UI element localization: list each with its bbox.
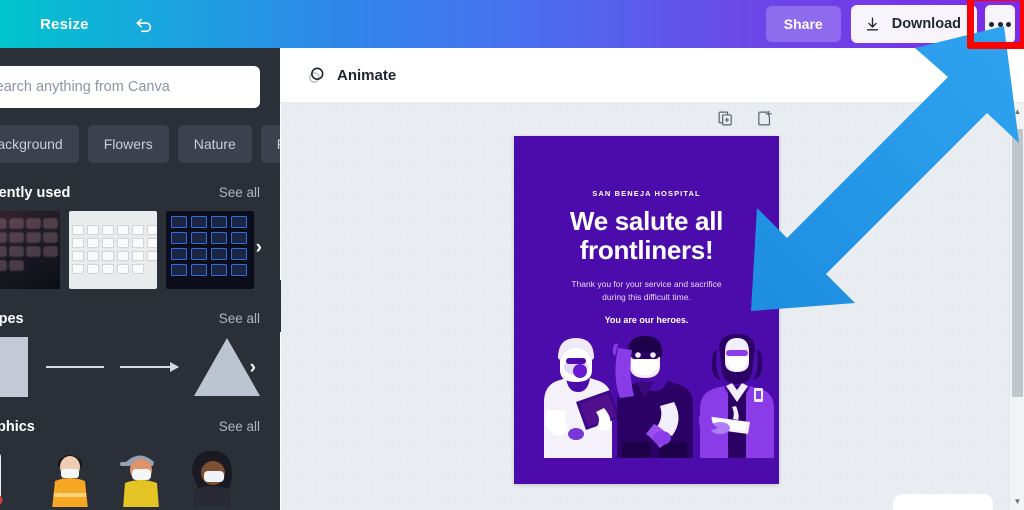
scroll-up-button[interactable]: ▲ xyxy=(1010,103,1024,120)
shape-arrow[interactable] xyxy=(120,362,179,372)
graphic-person-thermometer[interactable] xyxy=(0,445,28,507)
search-placeholder: Search anything from Canva xyxy=(0,79,170,95)
graphic-person-dark-hair[interactable] xyxy=(182,445,238,509)
add-page-icon[interactable] xyxy=(756,110,773,127)
share-label: Share xyxy=(783,16,823,32)
shape-line[interactable] xyxy=(46,366,105,368)
duplicate-page-icon[interactable] xyxy=(717,110,734,127)
download-button[interactable]: Download xyxy=(850,5,977,43)
see-all-shapes[interactable]: See all xyxy=(219,311,260,326)
share-button[interactable]: Share xyxy=(765,6,841,42)
chip-label: Nature xyxy=(193,136,236,152)
person-cap-illustration xyxy=(120,455,159,509)
design-canvas-area[interactable]: SAN BENEJA HOSPITAL We salute all frontl… xyxy=(281,103,1009,510)
bottom-toolbar-pill[interactable] xyxy=(893,494,993,510)
download-label: Download xyxy=(891,16,961,32)
section-title: Graphics xyxy=(0,419,35,435)
chip-label: Pastel b xyxy=(277,136,280,152)
animate-button[interactable]: Animate xyxy=(298,59,404,91)
left-side-panel: Search anything from Canva Background Fl… xyxy=(0,48,280,510)
chip-flowers[interactable]: Flowers xyxy=(87,125,169,163)
graphic-person-cap[interactable] xyxy=(112,445,168,509)
page-action-icons xyxy=(717,110,773,127)
more-horizontal-icon-dot1 xyxy=(989,21,994,27)
shape-square[interactable] xyxy=(0,337,29,397)
chip-background[interactable]: Background xyxy=(0,125,79,163)
thumbnail-keyboard-white[interactable] xyxy=(69,211,157,289)
search-input[interactable]: Search anything from Canva xyxy=(0,66,260,108)
see-all-graphics[interactable]: See all xyxy=(219,419,260,434)
section-header-shapes: Shapes See all xyxy=(0,311,260,327)
recently-used-next-button[interactable]: › xyxy=(256,237,262,259)
chip-label: Flowers xyxy=(103,136,153,152)
filter-chip-row: Background Flowers Nature Pastel b xyxy=(0,125,280,163)
section-header-graphics: Graphics See all xyxy=(0,419,260,435)
thermometer-illustration xyxy=(0,454,3,505)
section-title: Recently used xyxy=(0,185,71,201)
worker-hazmat xyxy=(544,338,620,458)
section-header-recently-used: Recently used See all xyxy=(0,185,260,201)
healthcare-workers-illustration[interactable] xyxy=(514,330,779,460)
editor-toolbar: Animate xyxy=(280,48,1024,103)
undo-arrow-icon xyxy=(136,18,151,33)
person-orange-illustration xyxy=(52,455,88,509)
poster-headline-line1: We salute all xyxy=(569,206,724,236)
design-page[interactable]: SAN BENEJA HOSPITAL We salute all frontl… xyxy=(514,136,779,484)
caret-up-icon: ▲ xyxy=(1013,107,1022,116)
poster-hospital-name[interactable]: SAN BENEJA HOSPITAL xyxy=(514,189,779,198)
download-icon xyxy=(866,16,878,30)
scroll-thumb[interactable] xyxy=(1012,129,1023,397)
more-options-button[interactable] xyxy=(985,5,1015,43)
worker-purple-coat xyxy=(698,334,774,458)
scroll-down-button[interactable]: ▼ xyxy=(1010,493,1024,510)
more-horizontal-icon-dot3 xyxy=(1006,21,1011,27)
graphic-person-orange-jacket[interactable] xyxy=(42,445,98,509)
poster-headline[interactable]: We salute all frontliners! xyxy=(514,206,779,266)
shapes-next-button[interactable]: › xyxy=(250,357,256,379)
thumbnail-keyboard-blue[interactable] xyxy=(166,211,254,289)
top-bar: Resize Share Download xyxy=(0,0,1024,48)
canva-editor-window: Resize Share Download Search anything fr… xyxy=(0,0,1024,510)
chip-nature[interactable]: Nature xyxy=(177,125,252,163)
see-all-recently-used[interactable]: See all xyxy=(219,185,260,200)
graphics-row xyxy=(0,445,272,509)
caret-down-icon: ▼ xyxy=(1013,497,1022,506)
undo-button[interactable] xyxy=(131,11,157,37)
canvas-scrollbar[interactable]: ▲ ▼ xyxy=(1009,103,1024,510)
worker-scrubs xyxy=(612,336,693,458)
poster-subtext-line2: during this difficult time. xyxy=(602,291,691,302)
chevron-right-icon: › xyxy=(255,237,262,258)
resize-label: Resize xyxy=(40,15,89,33)
thumbnail-keyboard-dark[interactable] xyxy=(0,211,60,289)
more-horizontal-icon-dot2 xyxy=(997,21,1003,27)
poster-heroes-text[interactable]: You are our heroes. xyxy=(514,315,779,325)
chip-pastel-blue[interactable]: Pastel b xyxy=(260,125,280,163)
recently-used-thumbs: › xyxy=(0,211,272,289)
poster-subtext-line1: Thank you for your service and sacrifice xyxy=(571,279,722,290)
chevron-right-icon: › xyxy=(249,357,256,378)
poster-headline-line2: frontliners! xyxy=(579,235,714,266)
resize-button[interactable]: Resize xyxy=(34,11,95,38)
section-title: Shapes xyxy=(0,311,24,327)
animate-circles-icon xyxy=(309,67,324,83)
person-dark-hair-illustration xyxy=(192,451,232,509)
poster-subtext[interactable]: Thank you for your service and sacrifice… xyxy=(514,278,779,304)
chip-label: Background xyxy=(0,136,63,152)
shapes-row: › xyxy=(0,337,260,397)
animate-label: Animate xyxy=(337,66,397,84)
panel-content: Search anything from Canva Background Fl… xyxy=(0,48,280,509)
